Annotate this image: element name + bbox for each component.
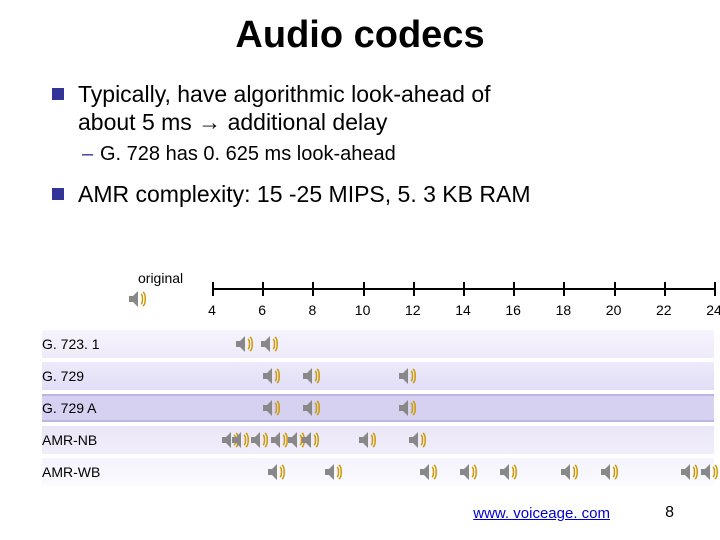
bullet-item-2: AMR complexity: 15 -25 MIPS, 5. 3 KB RAM (78, 181, 692, 209)
axis-tick-label: 16 (505, 302, 521, 318)
square-bullet-icon (52, 88, 64, 100)
speaker-icon (127, 288, 149, 310)
codec-row-bg (42, 394, 714, 422)
axis-tick (413, 282, 415, 296)
codec-rows: G. 723. 1 G. 729 G. 729 A AMR-NB AMR-WB (42, 330, 714, 490)
page-number: 8 (665, 504, 674, 522)
speaker-icon (498, 461, 520, 483)
axis-tick (513, 282, 515, 296)
speaker-icon (249, 429, 271, 451)
speaker-icon (261, 397, 283, 419)
axis-tick (262, 282, 264, 296)
codec-row: G. 723. 1 (42, 330, 714, 360)
codec-row: AMR-WB (42, 458, 714, 488)
axis-tick-label: 8 (308, 302, 316, 318)
speaker-icon (458, 461, 480, 483)
speaker-icon (301, 365, 323, 387)
codec-row: AMR-NB (42, 426, 714, 456)
axis-tick-label: 12 (405, 302, 421, 318)
axis-tick (664, 282, 666, 296)
speaker-icon (679, 461, 701, 483)
speaker-icon (599, 461, 621, 483)
bullet-2-text: AMR complexity: 15 -25 MIPS, 5. 3 KB RAM (78, 181, 530, 207)
codec-row-bg (42, 362, 714, 390)
footer-link[interactable]: www. voiceage. com (473, 505, 610, 522)
x-axis: 4681012141618202224 (212, 278, 714, 300)
speaker-icon (301, 397, 323, 419)
sub-bullet-list: – G. 728 has 0. 625 ms look-ahead (100, 142, 692, 167)
speaker-icon (407, 429, 429, 451)
axis-tick (714, 282, 716, 296)
axis-tick-label: 24 (706, 302, 720, 318)
axis-tick-label: 10 (355, 302, 371, 318)
speaker-icon (261, 365, 283, 387)
speaker-icon (266, 461, 288, 483)
speaker-icon (259, 333, 281, 355)
axis-tick (463, 282, 465, 296)
bullet-list: Typically, have algorithmic look-ahead o… (78, 81, 692, 209)
speaker-icon (397, 397, 419, 419)
codec-row-label: AMR-WB (42, 464, 132, 480)
speaker-icon (357, 429, 379, 451)
axis-tick-label: 4 (208, 302, 216, 318)
speaker-icon (234, 333, 256, 355)
axis-tick (614, 282, 616, 296)
axis-tick-label: 6 (258, 302, 266, 318)
codec-row-label: G. 729 A (42, 400, 132, 416)
sub-bullet-item-1: – G. 728 has 0. 625 ms look-ahead (100, 142, 692, 167)
axis-tick (363, 282, 365, 296)
axis-tick-label: 18 (556, 302, 572, 318)
square-bullet-icon (52, 188, 64, 200)
speaker-icon (397, 365, 419, 387)
codec-row-label: G. 729 (42, 368, 132, 384)
axis-tick (563, 282, 565, 296)
codec-row: G. 729 (42, 362, 714, 392)
bullet-1-line-1: Typically, have algorithmic look-ahead o… (78, 81, 491, 107)
axis-tick-label: 14 (455, 302, 471, 318)
slide-title: Audio codecs (28, 14, 692, 57)
speaker-icon (418, 461, 440, 483)
codec-row-bg (42, 330, 714, 358)
bullet-item-1: Typically, have algorithmic look-ahead o… (78, 81, 692, 167)
codec-row-label: AMR-NB (42, 432, 132, 448)
slide: Audio codecs Typically, have algorithmic… (0, 0, 720, 540)
axis-tick-label: 20 (606, 302, 622, 318)
dash-bullet-icon: – (82, 142, 93, 167)
axis-tick (312, 282, 314, 296)
speaker-icon (300, 429, 322, 451)
original-audio-label: original (138, 270, 183, 286)
bullet-1-line-2: about 5 ms → additional delay (78, 109, 387, 135)
axis-tick-label: 22 (656, 302, 672, 318)
sub-bullet-1-text: G. 728 has 0. 625 ms look-ahead (100, 143, 396, 165)
codec-row: G. 729 A (42, 394, 714, 424)
speaker-icon (699, 461, 720, 483)
speaker-icon (323, 461, 345, 483)
speaker-icon (559, 461, 581, 483)
axis-tick (212, 282, 214, 296)
codec-row-label: G. 723. 1 (42, 336, 132, 352)
